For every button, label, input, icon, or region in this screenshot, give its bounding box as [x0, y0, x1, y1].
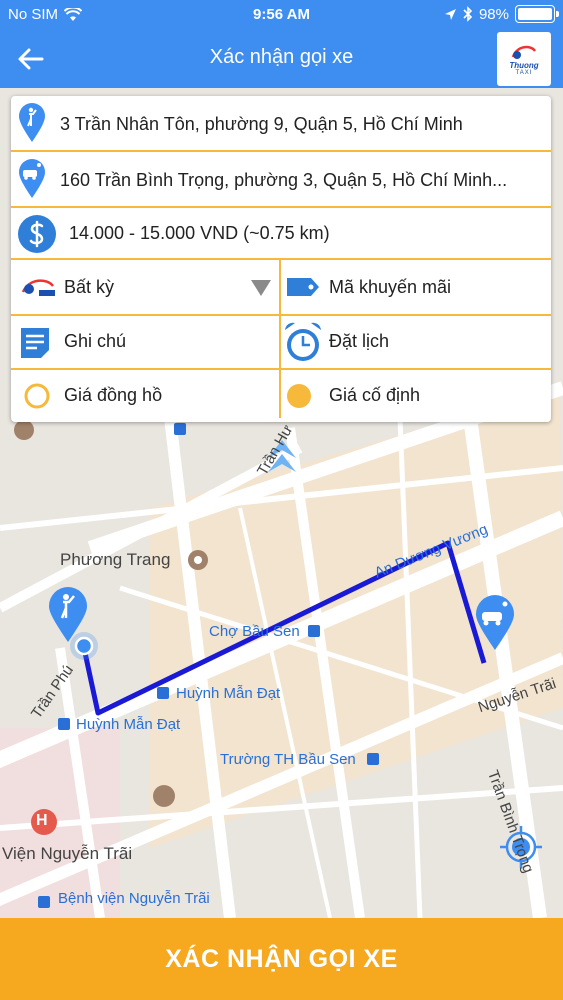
destination-address: 160 Trần Bình Trọng, phường 3, Quận 5, H… [60, 170, 508, 190]
pickup-pin-icon[interactable] [47, 586, 89, 644]
price-mode-row: Giá đồng hồ Giá cố định [11, 370, 551, 422]
nav-bar: Xác nhận gọi xe Thuong TAXI [0, 30, 563, 88]
battery-percent: 98% [478, 5, 509, 23]
fixed-price-option[interactable]: Giá cố định [281, 370, 551, 422]
destination-location-icon [19, 159, 45, 198]
pickup-address: 3 Trần Nhân Tôn, phường 9, Quận 5, Hồ Ch… [60, 114, 463, 134]
schedule-field[interactable]: Đặt lịch [281, 316, 551, 368]
booking-form-card: 3 Trần Nhân Tôn, phường 9, Quận 5, Hồ Ch… [11, 96, 551, 422]
pickup-row[interactable]: 3 Trần Nhân Tôn, phường 9, Quận 5, Hồ Ch… [11, 96, 551, 152]
schedule-placeholder: Đặt lịch [329, 331, 390, 351]
destination-row[interactable]: 160 Trần Bình Trọng, phường 3, Quận 5, H… [11, 152, 551, 208]
map-label-huynh-man-dat-2: Huỳnh Mẫn Đạt [76, 716, 181, 733]
note-placeholder: Ghi chú [64, 331, 127, 351]
map-label-cho-bau-sen: Chợ Bầu Sen [209, 623, 300, 640]
logo-text: Thuong [509, 60, 539, 70]
alarm-clock-icon [285, 322, 321, 361]
bluetooth-icon [463, 6, 473, 22]
meter-price-option[interactable]: Giá đồng hồ [11, 370, 279, 422]
options-row-2: Ghi chú Đặt lịch [11, 316, 551, 370]
taxi-logo: Thuong TAXI [497, 32, 551, 86]
fare-row: 14.000 - 15.000 VND (~0.75 km) [11, 208, 551, 260]
page-title: Xác nhận gọi xe [209, 46, 354, 68]
map-label-vien-nguyen-trai: Viện Nguyễn Trãi [2, 844, 133, 863]
battery-icon [515, 5, 559, 23]
dropdown-triangle-icon[interactable] [251, 280, 271, 296]
map-label-benh-vien: Bệnh viện Nguyễn Trãi [58, 890, 210, 907]
taxi-brand-icon [21, 279, 55, 296]
map-label-phuong-trang: Phương Trang [60, 550, 171, 569]
options-row-1: Bất kỳ Mã khuyến mãi [11, 260, 551, 316]
note-icon [21, 328, 49, 358]
promo-code-placeholder: Mã khuyến mãi [329, 277, 452, 297]
location-arrow-icon [444, 8, 456, 20]
note-field[interactable]: Ghi chú [11, 316, 279, 368]
radio-checked-icon[interactable] [285, 382, 313, 410]
destination-pin-icon[interactable] [474, 594, 516, 652]
confirm-booking-button[interactable]: XÁC NHẬN GỌI XE [0, 918, 563, 1000]
tag-icon [287, 278, 319, 296]
fixed-price-label: Giá cố định [329, 385, 421, 405]
status-bar: No SIM 9:56 AM 98% [0, 0, 563, 30]
car-type-value: Bất kỳ [64, 277, 115, 297]
car-type-select[interactable]: Bất kỳ [11, 260, 279, 314]
promo-code-field[interactable]: Mã khuyến mãi [281, 260, 551, 314]
hospital-icon: H [36, 812, 48, 829]
map-label-huynh-man-dat-1: Huỳnh Mẫn Đạt [176, 685, 281, 702]
fare-estimate: 14.000 - 15.000 VND (~0.75 km) [69, 223, 330, 243]
logo-sub: TAXI [515, 69, 533, 76]
pickup-location-icon [19, 103, 45, 142]
map-label-truong-bau-sen: Trường TH Bầu Sen [220, 751, 356, 768]
taxi-logo-icon [511, 45, 537, 59]
dollar-icon [18, 215, 56, 253]
radio-unchecked-icon[interactable] [23, 382, 51, 410]
meter-price-label: Giá đồng hồ [64, 385, 163, 405]
